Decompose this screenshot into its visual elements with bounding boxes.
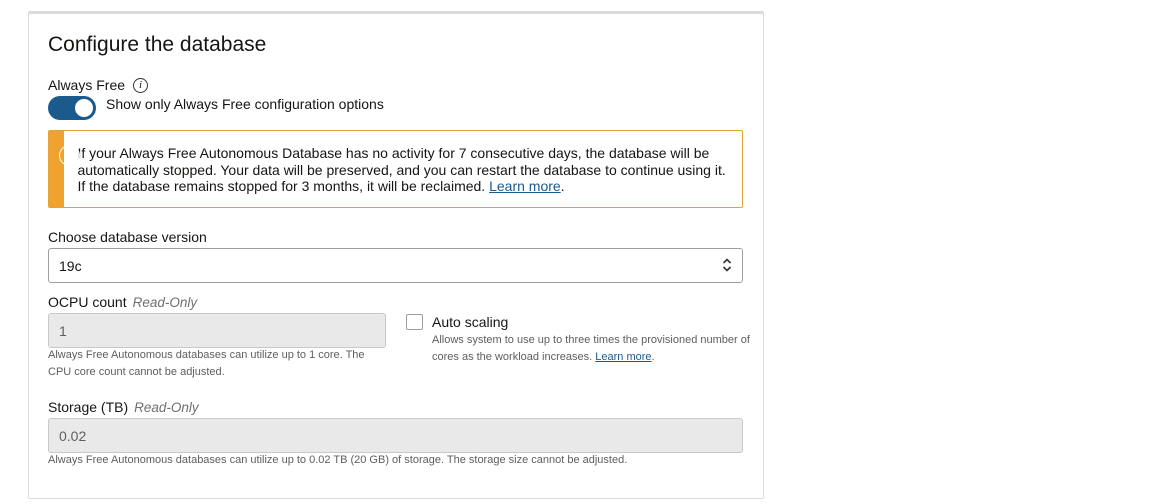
ocpu-label-row: OCPU count Read-Only xyxy=(48,294,197,310)
always-free-label-row: Always Free i xyxy=(48,77,149,93)
auto-scaling-help: Allows system to use up to three times t… xyxy=(432,332,750,366)
version-value: 19c xyxy=(59,257,82,274)
ocpu-value: 1 xyxy=(59,322,67,339)
storage-label: Storage (TB) xyxy=(48,399,129,415)
auto-scaling-learn-more-link[interactable]: Learn more xyxy=(595,351,651,363)
alert-message: If your Always Free Autonomous Database … xyxy=(77,145,726,194)
version-label: Choose database version xyxy=(48,229,207,245)
auto-scaling-label: Auto scaling xyxy=(432,314,509,330)
select-chevron-icon xyxy=(722,258,732,273)
configure-database-panel: Configure the database Always Free i Sho… xyxy=(28,11,764,499)
storage-field: 0.02 xyxy=(48,418,743,453)
storage-value: 0.02 xyxy=(59,427,87,444)
ocpu-help-line1: Always Free Autonomous databases can uti… xyxy=(48,349,365,361)
auto-scaling-help-line1: Allows system to use up to three times t… xyxy=(432,334,750,346)
always-free-label: Always Free xyxy=(48,77,126,93)
auto-scaling-checkbox[interactable] xyxy=(406,314,423,330)
storage-help: Always Free Autonomous databases can uti… xyxy=(48,454,628,466)
auto-scaling-help-line2: cores as the workload increases. Learn m… xyxy=(432,351,655,363)
toggle-knob xyxy=(75,99,93,117)
storage-label-row: Storage (TB) Read-Only xyxy=(48,399,199,415)
alert-bar: ! xyxy=(49,131,80,207)
ocpu-help-line2: CPU core count cannot be adjusted. xyxy=(48,366,225,378)
always-free-toggle[interactable] xyxy=(48,96,96,120)
warning-icon: ! xyxy=(59,145,80,166)
ocpu-label: OCPU count xyxy=(48,294,127,310)
section-title: Configure the database xyxy=(48,33,267,56)
ocpu-readonly: Read-Only xyxy=(132,295,198,310)
toggle-label: Show only Always Free configuration opti… xyxy=(106,96,384,112)
database-version-select[interactable]: 19c xyxy=(48,248,743,283)
ocpu-count-field: 1 xyxy=(48,313,386,348)
info-icon[interactable]: i xyxy=(133,77,149,93)
always-free-warning-alert: ! If your Always Free Autonomous Databas… xyxy=(48,130,743,208)
alert-learn-more-link[interactable]: Learn more xyxy=(489,178,561,194)
alert-text: If your Always Free Autonomous Database … xyxy=(64,131,742,207)
storage-readonly: Read-Only xyxy=(134,400,199,415)
ocpu-help: Always Free Autonomous databases can uti… xyxy=(48,347,365,381)
alert-period: . xyxy=(560,178,565,194)
